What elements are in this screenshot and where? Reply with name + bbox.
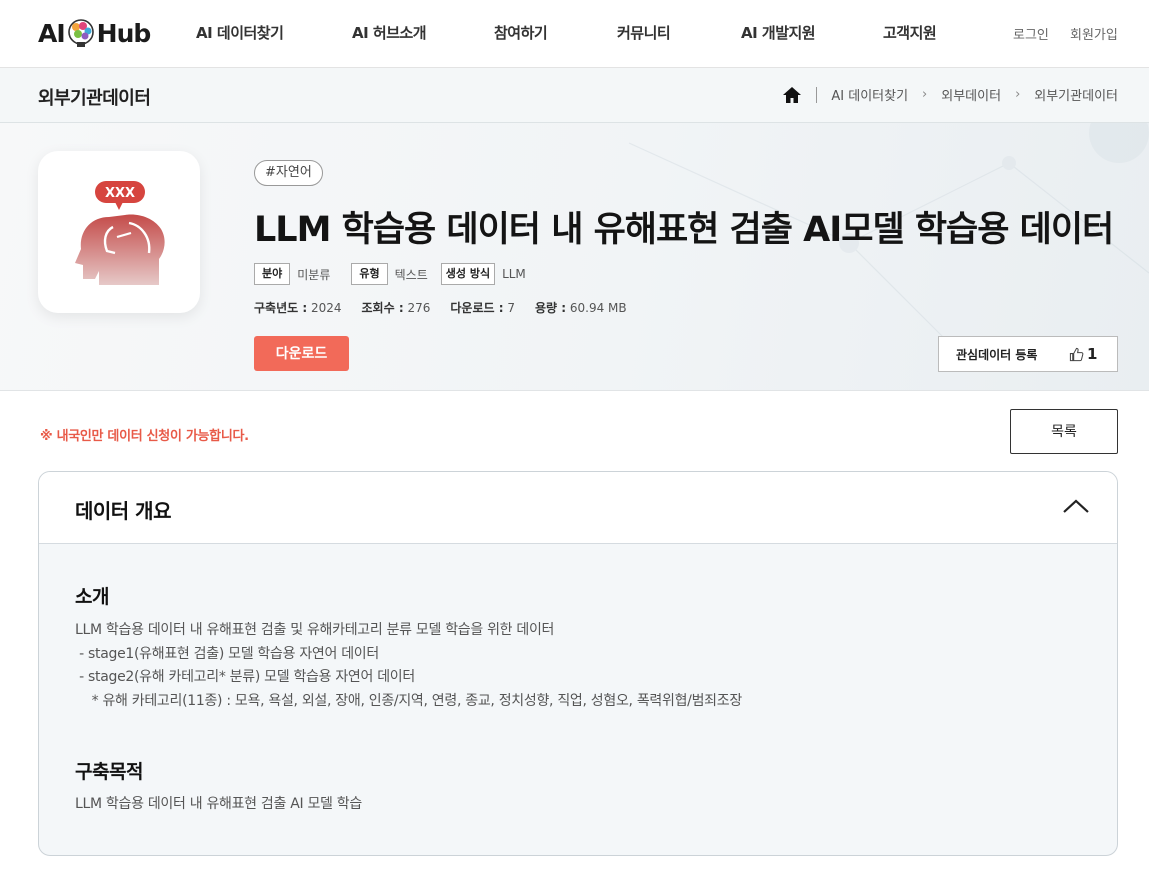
intro-section-title: 소개 [75,586,109,608]
dataset-thumbnail: XXX [38,151,200,313]
home-icon[interactable] [782,86,802,104]
stat-views: 조회수 : 276 [361,301,431,315]
purpose-text: LLM 학습용 데이터 내 유해표현 검출 AI 모델 학습 [75,796,362,812]
menu-participate[interactable]: 참여하기 [494,22,548,43]
intro-line-2: - stage1(유해표현 검출) 모델 학습용 자연어 데이터 [75,646,379,662]
chevron-right-icon: › [1015,87,1021,102]
intro-line-1: LLM 학습용 데이터 내 유해표현 검출 및 유해카테고리 분류 모델 학습을… [75,622,555,638]
thumbs-up-icon [1069,347,1084,361]
purpose-section-title: 구축목적 [75,761,143,783]
stat-year: 구축년도 : 2024 [254,301,342,315]
download-button[interactable]: 다운로드 [254,336,349,371]
brain-logo-icon [67,19,94,47]
domestic-only-notice: ※ 내국인만 데이터 신청이 가능합니다. [40,429,249,444]
like-count: 1 [1087,345,1098,363]
dataset-stats: 구축년도 : 2024 조회수 : 276 다운로드 : 7 용량 : 60.9… [254,299,647,316]
intro-line-3: - stage2(유해 카테고리* 분류) 모델 학습용 자연어 데이터 [75,669,415,685]
dataset-meta: 분야 미분류 유형 텍스트 생성 방식 LLM [254,263,539,285]
stat-downloads: 다운로드 : 7 [450,301,515,315]
breadcrumb-item-external-data[interactable]: 외부데이터 [941,85,1001,104]
logo-text-hub: Hub [96,18,152,48]
section-header-bar: 외부기관데이터 AI 데이터찾기 › 외부데이터 › 외부기관데이터 [0,68,1149,123]
meta-value-field: 미분류 [297,267,331,282]
overview-title: 데이터 개요 [75,499,171,523]
meta-label-type: 유형 [351,263,388,285]
section-title: 외부기관데이터 [38,88,151,109]
aihub-logo[interactable]: AI Hub [38,13,152,53]
meta-value-generation: LLM [502,267,526,281]
meta-label-generation: 생성 방식 [440,263,496,285]
like-button[interactable]: 1 [1069,345,1097,363]
meta-label-field: 분야 [254,263,291,285]
meta-value-type: 텍스트 [394,267,428,282]
signup-link[interactable]: 회원가입 [1070,24,1118,43]
menu-community[interactable]: 커뮤니티 [617,22,671,43]
menu-ai-data-search[interactable]: AI 데이터찾기 [196,22,284,43]
harmful-speech-icon: XXX [75,181,165,285]
chevron-up-icon[interactable] [1062,498,1090,514]
breadcrumb-item-external-agency-data[interactable]: 외부기관데이터 [1034,85,1118,104]
overview-panel-header[interactable]: 데이터 개요 [39,472,1117,544]
logo-text-ai: AI [38,18,66,48]
stat-size: 용량 : 60.94 MB [534,301,627,315]
login-link[interactable]: 로그인 [1013,24,1049,43]
breadcrumb-divider [816,86,818,103]
dataset-title: LLM 학습용 데이터 내 유해표현 검출 AI모델 학습용 데이터 [254,210,1114,250]
top-navigation: AI Hub AI 데이터찾기 AI 허브소개 참여하기 커뮤니티 AI 개발지… [0,0,1149,68]
favorite-label: 관심데이터 등록 [956,347,1038,362]
breadcrumb: AI 데이터찾기 › 외부데이터 › 외부기관데이터 [782,85,1118,104]
breadcrumb-item-ai-data-search[interactable]: AI 데이터찾기 [831,85,908,104]
thumbnail-xxx-text: XXX [105,186,135,201]
favorite-data-button[interactable]: 관심데이터 등록 1 [938,336,1118,372]
intro-line-4: * 유해 카테고리(11종) : 모욕, 욕설, 외설, 장애, 인종/지역, … [75,693,743,709]
menu-customer-support[interactable]: 고객지원 [883,22,937,43]
data-overview-panel: 데이터 개요 소개 LLM 학습용 데이터 내 유해표현 검출 및 유해카테고리… [38,471,1118,856]
category-tag[interactable]: #자연어 [254,160,323,186]
list-button[interactable]: 목록 [1010,409,1118,454]
menu-ai-hub-intro[interactable]: AI 허브소개 [352,22,427,43]
dataset-hero: XXX #자연어 LLM 학습용 데이터 내 유해표현 검출 AI모델 학습용 … [0,123,1149,391]
chevron-right-icon: › [922,87,928,102]
menu-ai-dev-support[interactable]: AI 개발지원 [741,22,816,43]
